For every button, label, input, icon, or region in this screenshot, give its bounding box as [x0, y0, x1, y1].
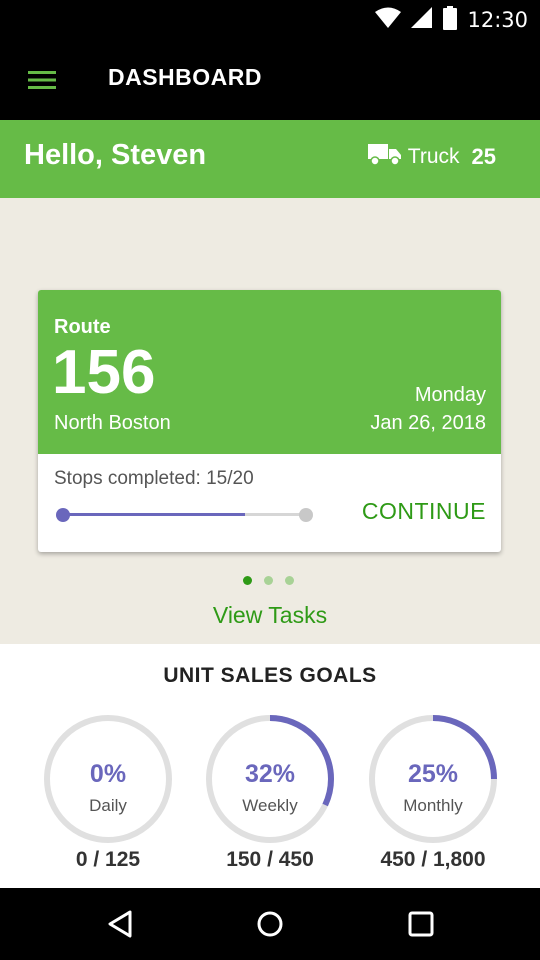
app-title: DASHBOARD	[108, 64, 262, 90]
app-bar: DASHBOARD	[0, 40, 540, 120]
goal-daily[interactable]: 0% Daily 0 / 125	[41, 712, 175, 882]
goal-percent: 32%	[244, 760, 296, 788]
page-dot[interactable]	[285, 576, 294, 585]
route-date: Jan 26, 2018	[370, 412, 486, 434]
truck-label: Truck	[407, 144, 460, 168]
menu-icon[interactable]	[22, 62, 62, 98]
route-number: 156	[52, 338, 156, 407]
continue-button[interactable]: CONTINUE	[362, 498, 486, 525]
progress-fill	[62, 513, 245, 516]
status-icons: 12:30	[375, 5, 528, 35]
progress-end-knob	[299, 508, 313, 522]
back-icon[interactable]	[102, 906, 138, 942]
goals-title: UNIT SALES GOALS	[163, 664, 377, 687]
route-card-header: Route 156 North Boston Monday Jan 26, 20…	[38, 290, 501, 454]
goal-percent: 0%	[89, 760, 127, 788]
page-dot-active[interactable]	[243, 576, 252, 585]
goal-count: 150 / 450	[226, 848, 314, 871]
goal-monthly[interactable]: 25% Monthly 450 / 1,800	[366, 712, 500, 882]
truck-number: 25	[471, 143, 496, 169]
goal-percent: 25%	[407, 760, 459, 788]
truck-info: Truck 25	[367, 142, 496, 171]
stops-completed: Stops completed: 15/20	[54, 468, 254, 489]
greeting-text: Hello, Steven	[24, 139, 207, 171]
page-indicator	[243, 576, 294, 585]
truck-icon	[367, 142, 402, 171]
page-dot[interactable]	[264, 576, 273, 585]
goal-count: 0 / 125	[75, 848, 141, 871]
status-bar: 12:30	[0, 0, 540, 40]
goal-count: 450 / 1,800	[380, 848, 486, 871]
greeting-bar: Hello, Steven Truck 25	[0, 120, 540, 198]
signal-icon	[411, 6, 433, 34]
goal-label: Monthly	[403, 796, 463, 815]
goal-label: Daily	[89, 796, 127, 815]
route-label: Route	[54, 316, 111, 338]
home-icon[interactable]	[252, 906, 288, 942]
wifi-icon	[375, 7, 402, 34]
unit-sales-goals: UNIT SALES GOALS 0% Daily 0 / 125 32% We…	[0, 644, 540, 888]
goal-weekly[interactable]: 32% Weekly 150 / 450	[203, 712, 337, 882]
route-area: North Boston	[54, 412, 171, 434]
system-nav-bar	[0, 888, 540, 960]
route-card[interactable]: Route 156 North Boston Monday Jan 26, 20…	[38, 290, 501, 552]
view-tasks-link[interactable]: View Tasks	[0, 602, 540, 629]
stops-progress-bar	[56, 507, 316, 523]
main-content: Route 156 North Boston Monday Jan 26, 20…	[0, 198, 540, 644]
goal-label: Weekly	[242, 796, 298, 815]
progress-start-knob	[56, 508, 70, 522]
battery-icon	[443, 5, 458, 35]
status-time: 12:30	[467, 8, 528, 32]
recents-icon[interactable]	[403, 906, 439, 942]
route-day: Monday	[414, 384, 486, 406]
